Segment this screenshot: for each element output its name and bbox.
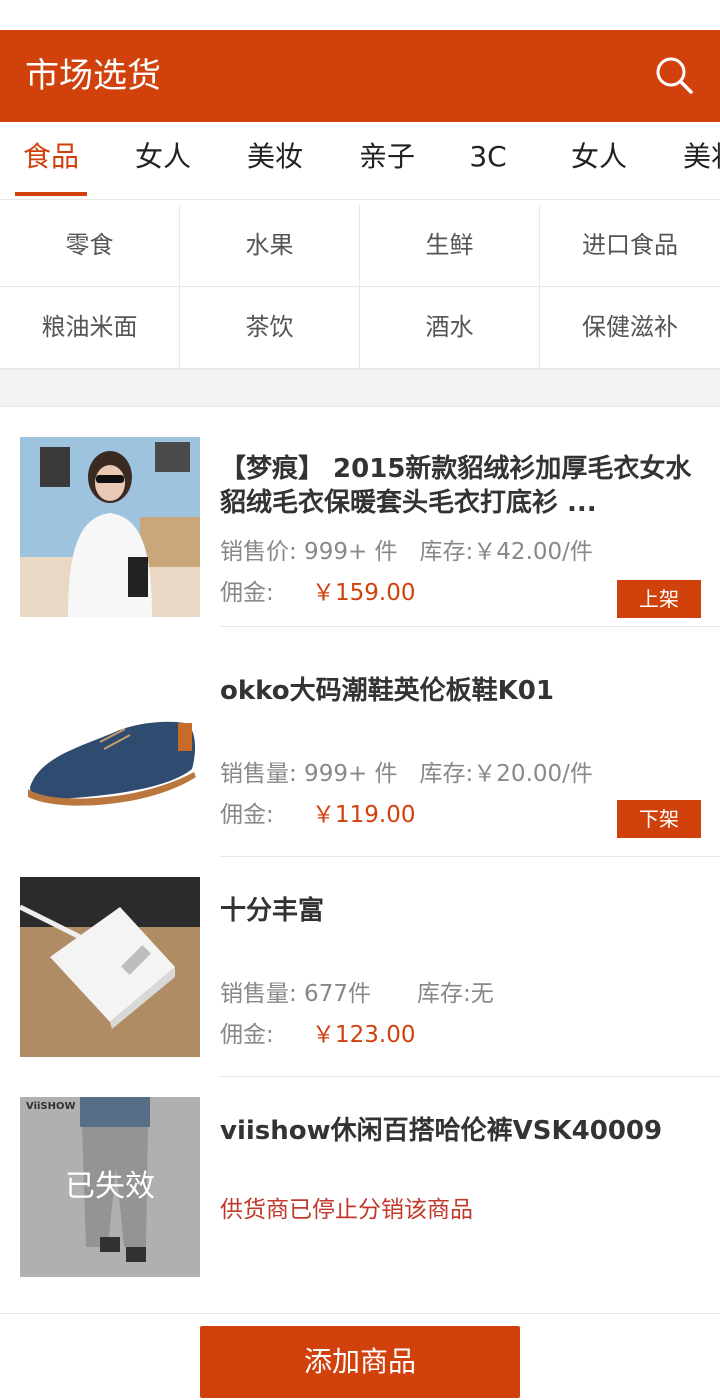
- product-sales: 销售量: 999+ 件: [220, 761, 398, 787]
- product-name: okko大码潮鞋英伦板鞋K01: [220, 676, 554, 706]
- tab-food[interactable]: 食品: [14, 122, 88, 199]
- commission-value: ￥159.00: [312, 580, 416, 606]
- product-commission: 佣金: ￥159.00: [220, 573, 415, 607]
- subcategory-imported-food[interactable]: 进口食品: [540, 205, 720, 287]
- tab-beauty-2[interactable]: 美妆: [674, 122, 720, 199]
- product-name: viishow休闲百搭哈伦裤VSK40009: [220, 1116, 663, 1146]
- product-warning: 供货商已停止分销该商品: [220, 1197, 473, 1223]
- product-stock: 库存:无: [416, 981, 494, 1007]
- product-image: [20, 637, 200, 817]
- subcategory-alcohol[interactable]: 酒水: [360, 287, 540, 369]
- list-item[interactable]: 十分丰富 销售量: 677件 库存:无 佣金: ￥123.00: [0, 857, 720, 1077]
- list-item[interactable]: okko大码潮鞋英伦板鞋K01 销售量: 999+ 件库存:￥20.00/件 佣…: [0, 637, 720, 857]
- product-name: 【梦痕】 2015新款貂绒衫加厚毛衣女水貂绒毛衣保暖套头毛衣打底衫 ...: [220, 454, 692, 518]
- tab-3c[interactable]: 3C: [462, 122, 514, 199]
- tab-parenting[interactable]: 亲子: [350, 122, 424, 199]
- subcategory-grain-oil[interactable]: 粮油米面: [0, 287, 180, 369]
- commission-value: ￥123.00: [312, 1022, 416, 1048]
- product-image: ViiSHOW 已失效: [20, 1097, 200, 1277]
- subcategory-fruit[interactable]: 水果: [180, 205, 360, 287]
- delist-product-button[interactable]: 下架: [617, 800, 701, 838]
- product-sales-stock: 销售量: 677件 库存:无: [220, 974, 494, 1008]
- subcategory-grid: 零食 水果 生鲜 进口食品 粮油米面 茶饮 酒水 保健滋补: [0, 205, 720, 369]
- product-sales: 销售量: 677件: [220, 981, 371, 1007]
- product-name: 十分丰富: [220, 896, 325, 926]
- product-stock: 库存:￥20.00/件: [419, 761, 593, 787]
- tab-women[interactable]: 女人: [126, 122, 200, 199]
- list-item[interactable]: 【梦痕】 2015新款貂绒衫加厚毛衣女水貂绒毛衣保暖套头毛衣打底衫 ... 销售…: [0, 407, 720, 627]
- product-commission: 佣金: ￥119.00: [220, 795, 415, 829]
- page-title: 市场选货: [25, 56, 161, 96]
- expired-overlay: 已失效: [20, 1097, 200, 1277]
- subcategory-snacks[interactable]: 零食: [0, 205, 180, 287]
- product-stock: 库存:￥42.00/件: [419, 539, 593, 565]
- search-icon[interactable]: [654, 55, 694, 95]
- product-sales-stock: 销售量: 999+ 件库存:￥20.00/件: [220, 754, 593, 788]
- subcategory-tea-drinks[interactable]: 茶饮: [180, 287, 360, 369]
- divider: [220, 626, 720, 627]
- subcategory-fresh[interactable]: 生鲜: [360, 205, 540, 287]
- product-sales: 销售价: 999+ 件: [220, 539, 398, 565]
- subcategory-health[interactable]: 保健滋补: [540, 287, 720, 369]
- product-sales-stock: 销售价: 999+ 件库存:￥42.00/件: [220, 532, 593, 566]
- commission-label: 佣金:: [220, 802, 274, 828]
- commission-value: ￥119.00: [312, 802, 416, 828]
- product-image: [20, 877, 200, 1057]
- add-product-button[interactable]: 添加商品: [200, 1326, 520, 1398]
- active-tab-indicator: [15, 192, 87, 196]
- bottom-action-bar: 添加商品: [0, 1313, 720, 1400]
- list-product-button[interactable]: 上架: [617, 580, 701, 618]
- app-header: 市场选货: [0, 30, 720, 122]
- commission-label: 佣金:: [220, 580, 274, 606]
- product-image: [20, 437, 200, 617]
- category-tabs: 食品 女人 美妆 亲子 3C 女人 美妆: [0, 122, 720, 200]
- commission-label: 佣金:: [220, 1022, 274, 1048]
- product-commission: 佣金: ￥123.00: [220, 1015, 415, 1049]
- status-bar: [0, 0, 720, 30]
- tab-beauty[interactable]: 美妆: [238, 122, 312, 199]
- list-item[interactable]: ViiSHOW 已失效 viishow休闲百搭哈伦裤VSK40009 供货商已停…: [0, 1077, 720, 1297]
- section-separator: [0, 369, 720, 407]
- tab-women-2[interactable]: 女人: [562, 122, 636, 199]
